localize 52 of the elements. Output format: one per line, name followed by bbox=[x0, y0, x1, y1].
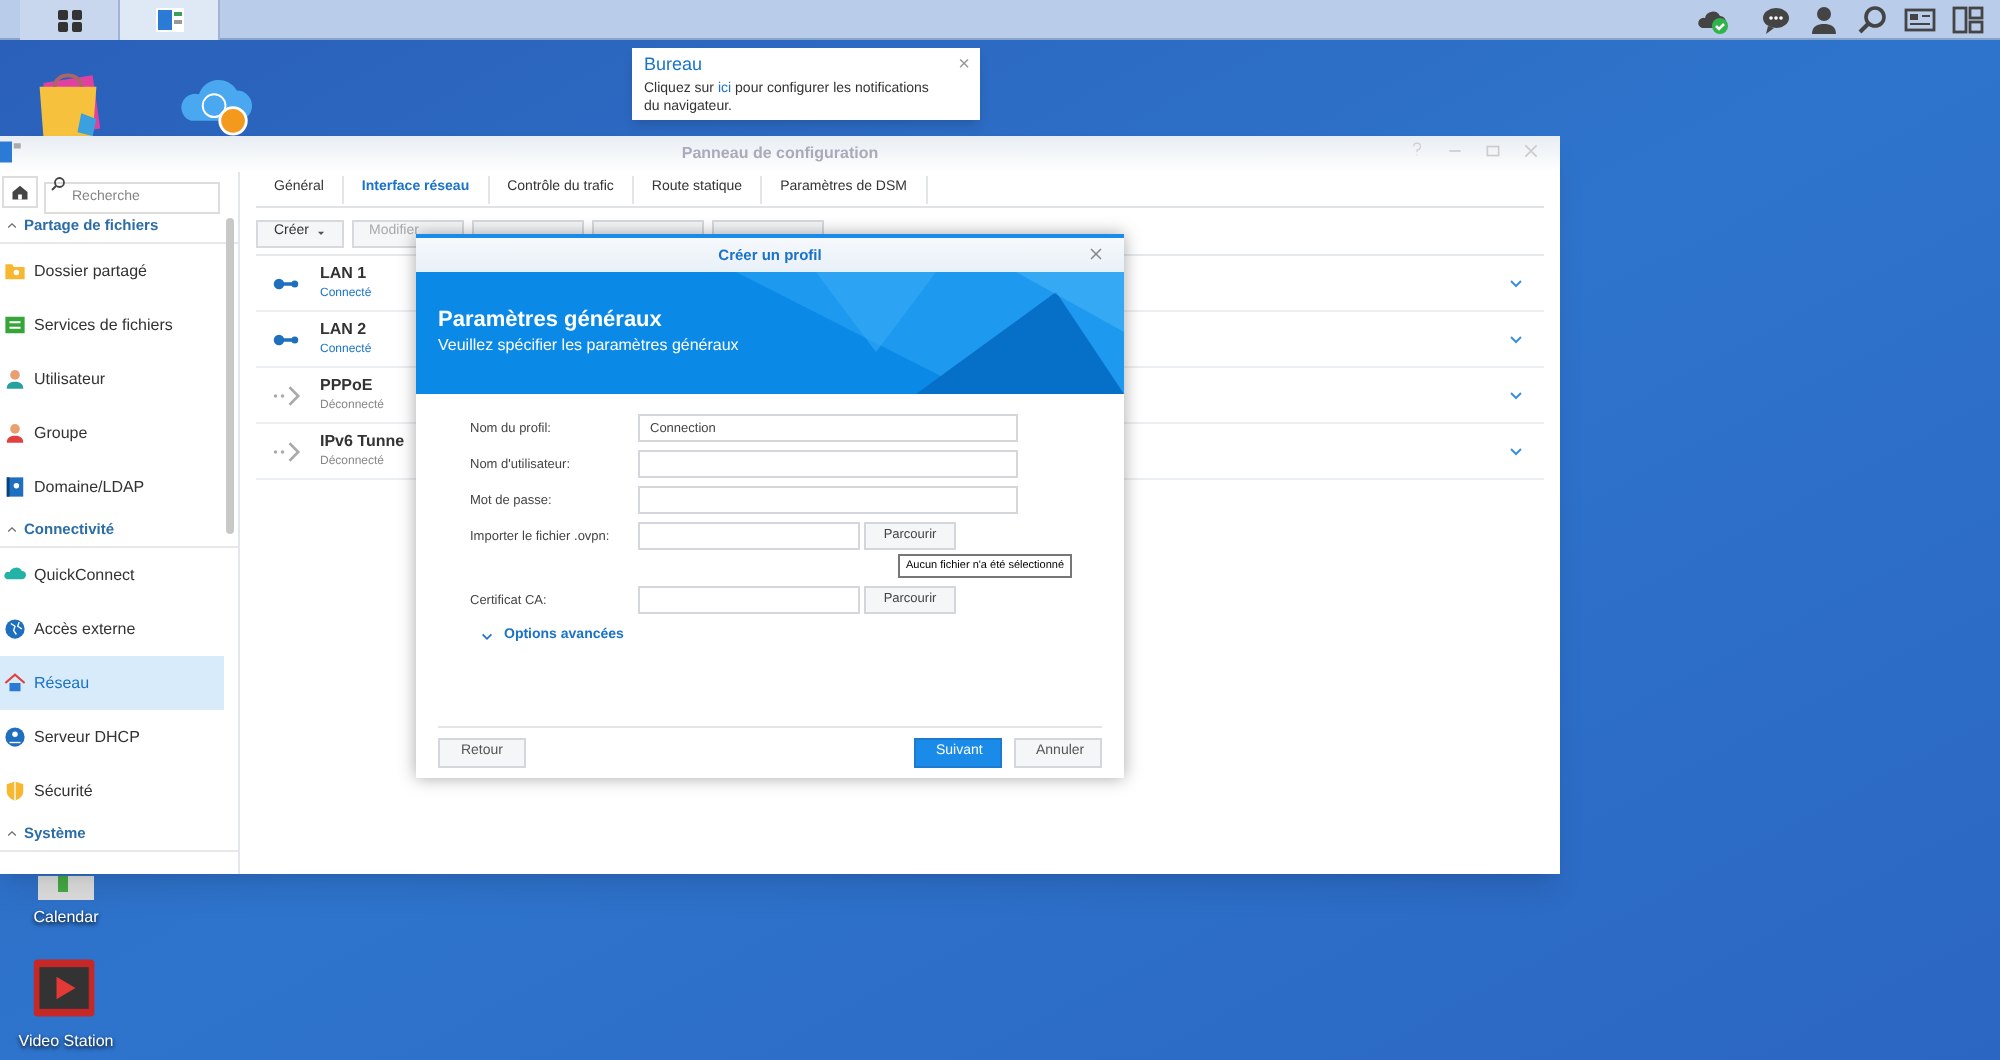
sidebar-item[interactable]: Serveur DHCP bbox=[0, 710, 224, 764]
disconnected-icon bbox=[268, 381, 304, 409]
chevron-icon bbox=[480, 629, 494, 644]
sidebar-item[interactable]: Accès externe bbox=[0, 602, 224, 656]
user-icon[interactable] bbox=[1808, 3, 1840, 35]
interface-name: LAN 1 bbox=[320, 262, 369, 286]
disconnected-icon bbox=[268, 437, 304, 465]
info-card-icon[interactable] bbox=[1904, 3, 1936, 35]
input-field[interactable] bbox=[638, 586, 860, 614]
control-panel-icon bbox=[153, 3, 185, 35]
taskbar-button[interactable] bbox=[120, 0, 220, 39]
sidebar-item[interactable]: Sécurité bbox=[0, 764, 224, 818]
input-field[interactable] bbox=[638, 522, 860, 550]
caret-icon bbox=[315, 228, 326, 238]
taskbar-button[interactable] bbox=[20, 0, 120, 39]
expand-chevron-icon[interactable] bbox=[1508, 387, 1524, 403]
interface-name: PPPoE bbox=[320, 374, 375, 398]
chevron-icon bbox=[6, 524, 18, 536]
interface-name: LAN 2 bbox=[320, 318, 369, 342]
expand-chevron-icon[interactable] bbox=[1508, 275, 1524, 291]
sidebar-item[interactable]: Utilisateur bbox=[0, 352, 224, 406]
desktop-icon-label[interactable]: Calendar bbox=[33, 906, 99, 930]
user-icon bbox=[4, 368, 26, 390]
notification-title: Bureau bbox=[644, 52, 703, 78]
scrollbar-thumb[interactable] bbox=[226, 218, 234, 534]
input-field[interactable] bbox=[638, 486, 1018, 514]
sidebar-item[interactable]: Services de fichiers bbox=[0, 298, 224, 352]
input-field[interactable] bbox=[638, 450, 1018, 478]
chevron-icon bbox=[6, 828, 18, 840]
sidebar-item[interactable]: QuickConnect bbox=[0, 548, 224, 602]
expand-chevron-icon[interactable] bbox=[1508, 331, 1524, 347]
banner-heading: Paramètres généraux bbox=[438, 308, 664, 334]
window-title: Panneau de configuration bbox=[681, 142, 879, 166]
search-icon[interactable] bbox=[1856, 3, 1888, 35]
sidebar-item[interactable]: Réseau bbox=[0, 656, 224, 710]
widgets-icon[interactable] bbox=[1952, 3, 1984, 35]
home-icon bbox=[10, 182, 30, 202]
window-app-icon bbox=[0, 138, 26, 166]
house-icon bbox=[4, 672, 26, 694]
expand-chevron-icon[interactable] bbox=[1508, 443, 1524, 459]
sidebar-item[interactable]: Groupe bbox=[0, 406, 224, 460]
group-icon bbox=[4, 422, 26, 444]
search-icon bbox=[50, 176, 66, 192]
close-icon[interactable] bbox=[1088, 246, 1104, 262]
home-button[interactable] bbox=[2, 176, 38, 208]
banner-subheading: Veuillez spécifier les paramètres généraux bbox=[438, 334, 741, 358]
desktop-icon-label[interactable]: Video Station bbox=[18, 1030, 114, 1054]
chevron-icon bbox=[6, 220, 18, 232]
sidebar-item[interactable]: Dossier partagé bbox=[0, 244, 224, 298]
interface-name: IPv6 Tunne bbox=[320, 430, 405, 454]
chat-icon[interactable] bbox=[1760, 3, 1792, 35]
sidebar-item[interactable]: Domaine/LDAP bbox=[0, 460, 224, 514]
